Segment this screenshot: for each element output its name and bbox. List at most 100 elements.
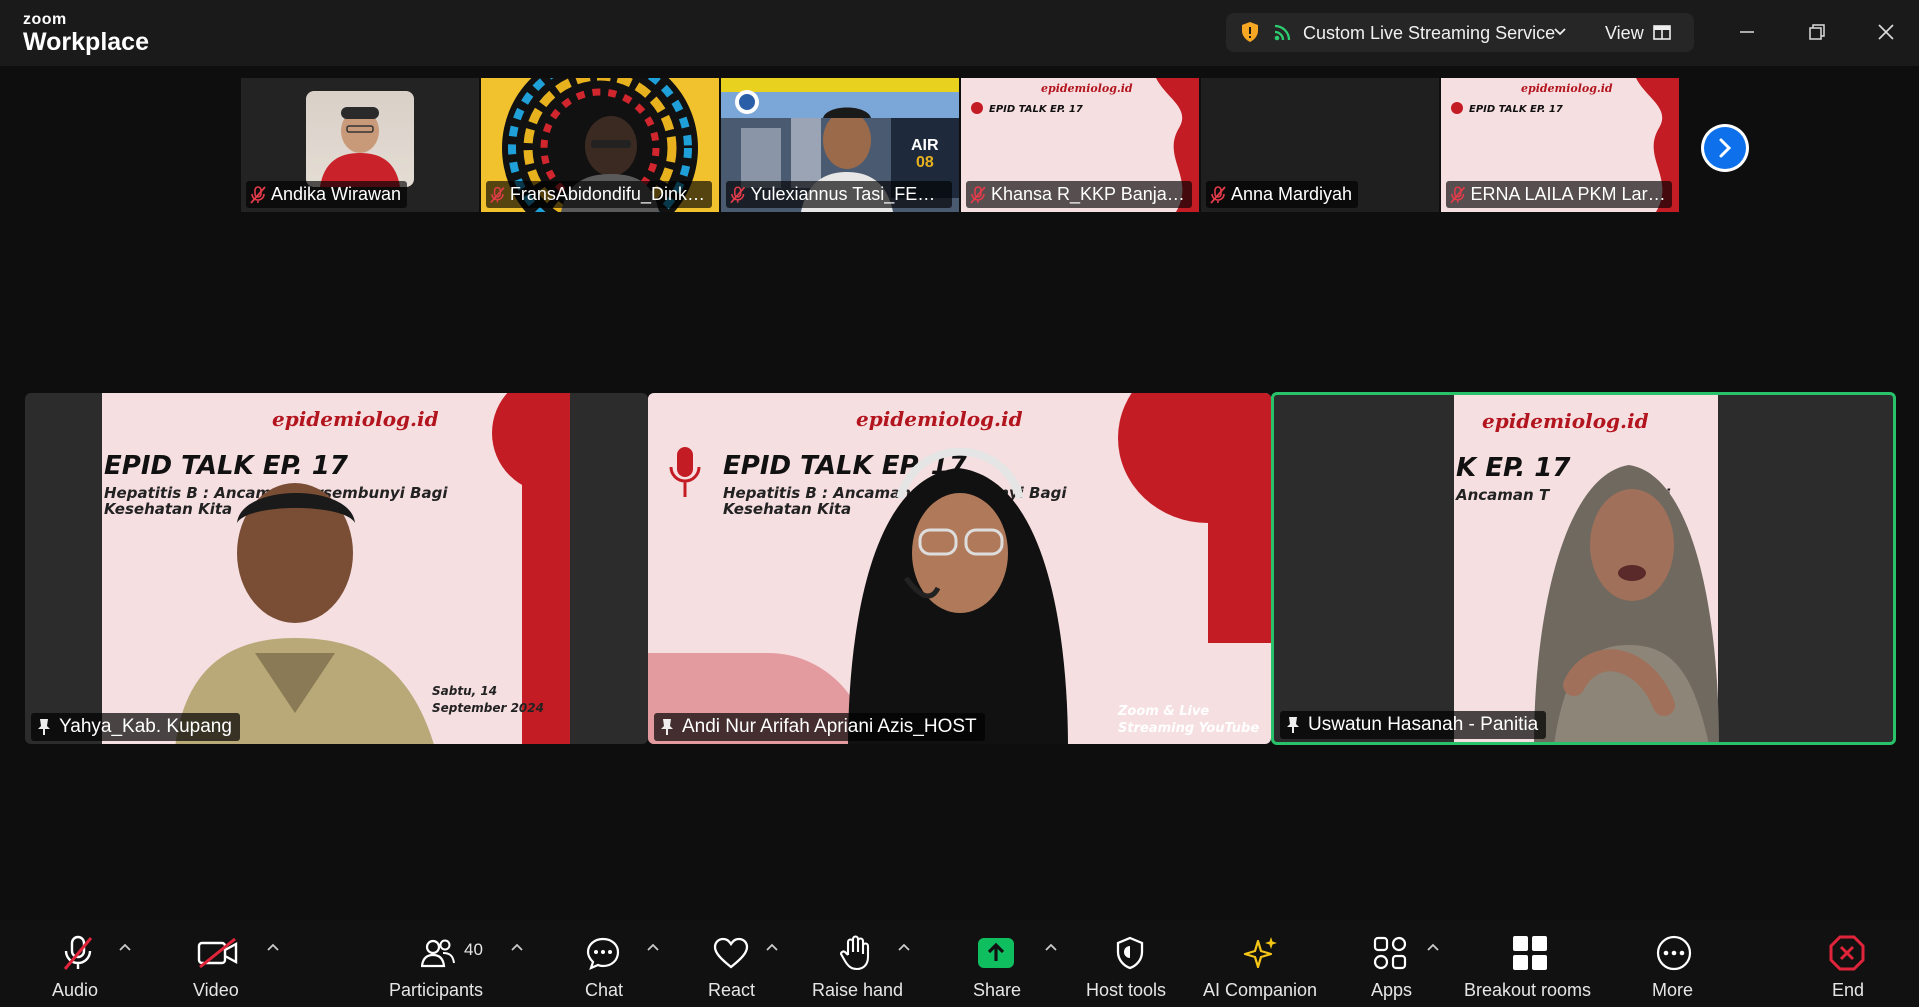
video-tile[interactable]: epidemiolog.id EPID TALK EP. 17 Hepatiti…: [25, 393, 648, 744]
participants-button[interactable]: 40 Participants: [380, 920, 500, 1007]
live-stream-status-pill[interactable]: Custom Live Streaming Service View: [1226, 13, 1694, 52]
restore-button[interactable]: [1803, 18, 1831, 46]
view-button[interactable]: View: [1605, 23, 1644, 44]
svg-text:epidemiolog.id: epidemiolog.id: [1521, 82, 1613, 95]
svg-text:08: 08: [916, 154, 934, 171]
restore-icon: [1809, 24, 1825, 40]
apps-label: Apps: [1371, 980, 1413, 1000]
thumbnail-tile[interactable]: AIR 08 Yulexiannus Tasi_FETP...: [721, 78, 959, 212]
chat-button[interactable]: Chat: [570, 920, 636, 1007]
video-tile-active-speaker[interactable]: epidemiolog.id K EP. 17 Ancaman T Bagi U…: [1271, 392, 1896, 745]
chat-icon: [584, 934, 622, 972]
video-tile[interactable]: epidemiolog.id EPID TALK EP. 17 Hepatiti…: [648, 393, 1271, 744]
participant-name: Khansa R_KKP Banjar...: [990, 184, 1186, 204]
host-tools-label: Host tools: [1086, 980, 1167, 1000]
microphone-icon: [669, 447, 701, 497]
muted-mic-icon: [1450, 185, 1466, 203]
video-button[interactable]: Video: [180, 920, 256, 1007]
close-icon: [1878, 24, 1894, 40]
breakout-rooms-label: Breakout rooms: [1464, 980, 1592, 1000]
apps-icon: [1371, 934, 1409, 972]
title-bar: zoom Workplace Custom Live Streaming Ser…: [0, 0, 1919, 66]
participant-name: Andi Nur Arifah Apriani Azis_HOST: [682, 716, 977, 737]
svg-text:epidemiolog.id: epidemiolog.id: [1041, 82, 1133, 95]
minimize-button[interactable]: [1733, 18, 1761, 46]
share-screen-icon: [976, 934, 1016, 972]
thumbnail-tile[interactable]: Andika Wirawan: [241, 78, 479, 212]
sparkle-icon: [1242, 934, 1280, 972]
thumbnail-tile[interactable]: Anna Mardiyah: [1201, 78, 1439, 212]
muted-mic-icon: [970, 185, 986, 204]
chat-options-caret[interactable]: [646, 942, 660, 952]
participant-name-label: Andi Nur Arifah Apriani Azis_HOST: [654, 713, 985, 741]
breakout-rooms-icon: [1511, 934, 1549, 972]
raise-hand-label: Raise hand: [812, 980, 904, 1000]
end-meeting-button[interactable]: End: [1827, 920, 1867, 1007]
chevron-down-icon[interactable]: [1553, 25, 1567, 43]
poster-logo: epidemiolog.id: [856, 407, 1023, 431]
participants-options-caret[interactable]: [510, 942, 524, 952]
chevron-right-icon: [1719, 138, 1732, 158]
pin-icon: [661, 719, 673, 735]
participant-name-label: Yulexiannus Tasi_FETP...: [726, 181, 952, 208]
participant-name-label: Yahya_Kab. Kupang: [31, 713, 240, 741]
react-options-caret[interactable]: [765, 942, 779, 952]
thumbnail-tile[interactable]: epidemiolog.id EPID TALK EP. 17 Khansa R…: [961, 78, 1199, 212]
participants-icon: [420, 934, 456, 972]
apps-button[interactable]: Apps: [1365, 920, 1415, 1007]
video-label: Video: [193, 980, 239, 1000]
share-button[interactable]: Share: [962, 920, 1030, 1007]
participant-name: ERNA LAILA PKM Lara...: [1470, 184, 1666, 204]
svg-text:EPID TALK EP. 17: EPID TALK EP. 17: [989, 104, 1083, 115]
ai-companion-button[interactable]: AI Companion: [1200, 920, 1322, 1007]
apps-options-caret[interactable]: [1426, 942, 1440, 952]
raise-hand-options-caret[interactable]: [897, 942, 911, 952]
close-button[interactable]: [1872, 18, 1900, 46]
participant-name-label: FransAbidondifu_Dinkes...: [486, 181, 712, 208]
participant-name: FransAbidondifu_Dinkes...: [509, 184, 706, 204]
grid-view-icon[interactable]: [1653, 23, 1671, 46]
audio-options-caret[interactable]: [118, 942, 132, 952]
stream-service-label: Custom Live Streaming Service: [1303, 23, 1556, 43]
thumbnail-tile[interactable]: FransAbidondifu_Dinkes...: [481, 78, 719, 212]
participant-name-label: Khansa R_KKP Banjar...: [966, 181, 1192, 208]
host-tools-button[interactable]: Host tools: [1085, 920, 1175, 1007]
chat-label: Chat: [585, 980, 624, 1000]
participant-video: [306, 91, 414, 187]
participant-name-label: Andika Wirawan: [246, 181, 408, 208]
live-stream-icon: [1274, 23, 1292, 46]
more-button[interactable]: More: [1648, 920, 1700, 1007]
share-options-caret[interactable]: [1044, 942, 1058, 952]
breakout-rooms-button[interactable]: Breakout rooms: [1462, 920, 1598, 1007]
audio-button[interactable]: Audio: [40, 920, 116, 1007]
video-options-caret[interactable]: [266, 942, 280, 952]
video-off-icon: [196, 934, 240, 972]
muted-mic-icon: [1210, 185, 1226, 204]
participants-count: 40: [464, 940, 483, 959]
poster-logo: epidemiolog.id: [272, 407, 439, 431]
zoom-logo: zoom Workplace: [23, 12, 149, 55]
pin-icon: [1287, 717, 1299, 733]
heart-icon: [712, 934, 750, 972]
muted-mic-icon: [730, 186, 746, 203]
minimize-icon: [1740, 31, 1754, 33]
react-button[interactable]: React: [700, 920, 762, 1007]
muted-mic-icon: [60, 934, 96, 972]
participant-name-label: Anna Mardiyah: [1206, 181, 1359, 208]
audio-label: Audio: [52, 980, 99, 1000]
ai-companion-label: AI Companion: [1203, 980, 1318, 1000]
raise-hand-icon: [838, 934, 872, 972]
participant-name: Andika Wirawan: [271, 184, 402, 204]
poster-logo: epidemiolog.id: [1482, 409, 1649, 433]
svg-text:AIR: AIR: [911, 137, 939, 154]
meeting-toolbar: Audio Video 40 Participants Chat React R…: [0, 920, 1919, 1007]
next-page-button[interactable]: [1701, 124, 1749, 172]
participant-video: [848, 447, 1068, 744]
poster-platform: Zoom & Live Streaming YouTube: [1118, 704, 1260, 736]
more-label: More: [1652, 980, 1694, 1000]
participant-name-label: ERNA LAILA PKM Lara...: [1446, 181, 1672, 208]
share-label: Share: [973, 980, 1022, 1000]
thumbnail-tile[interactable]: epidemiolog.id EPID TALK EP. 17 ERNA LAI…: [1441, 78, 1679, 212]
participant-thumbnail-strip: Andika Wirawan FransAbidondifu_Dinkes...: [241, 78, 1681, 212]
raise-hand-button[interactable]: Raise hand: [810, 920, 904, 1007]
